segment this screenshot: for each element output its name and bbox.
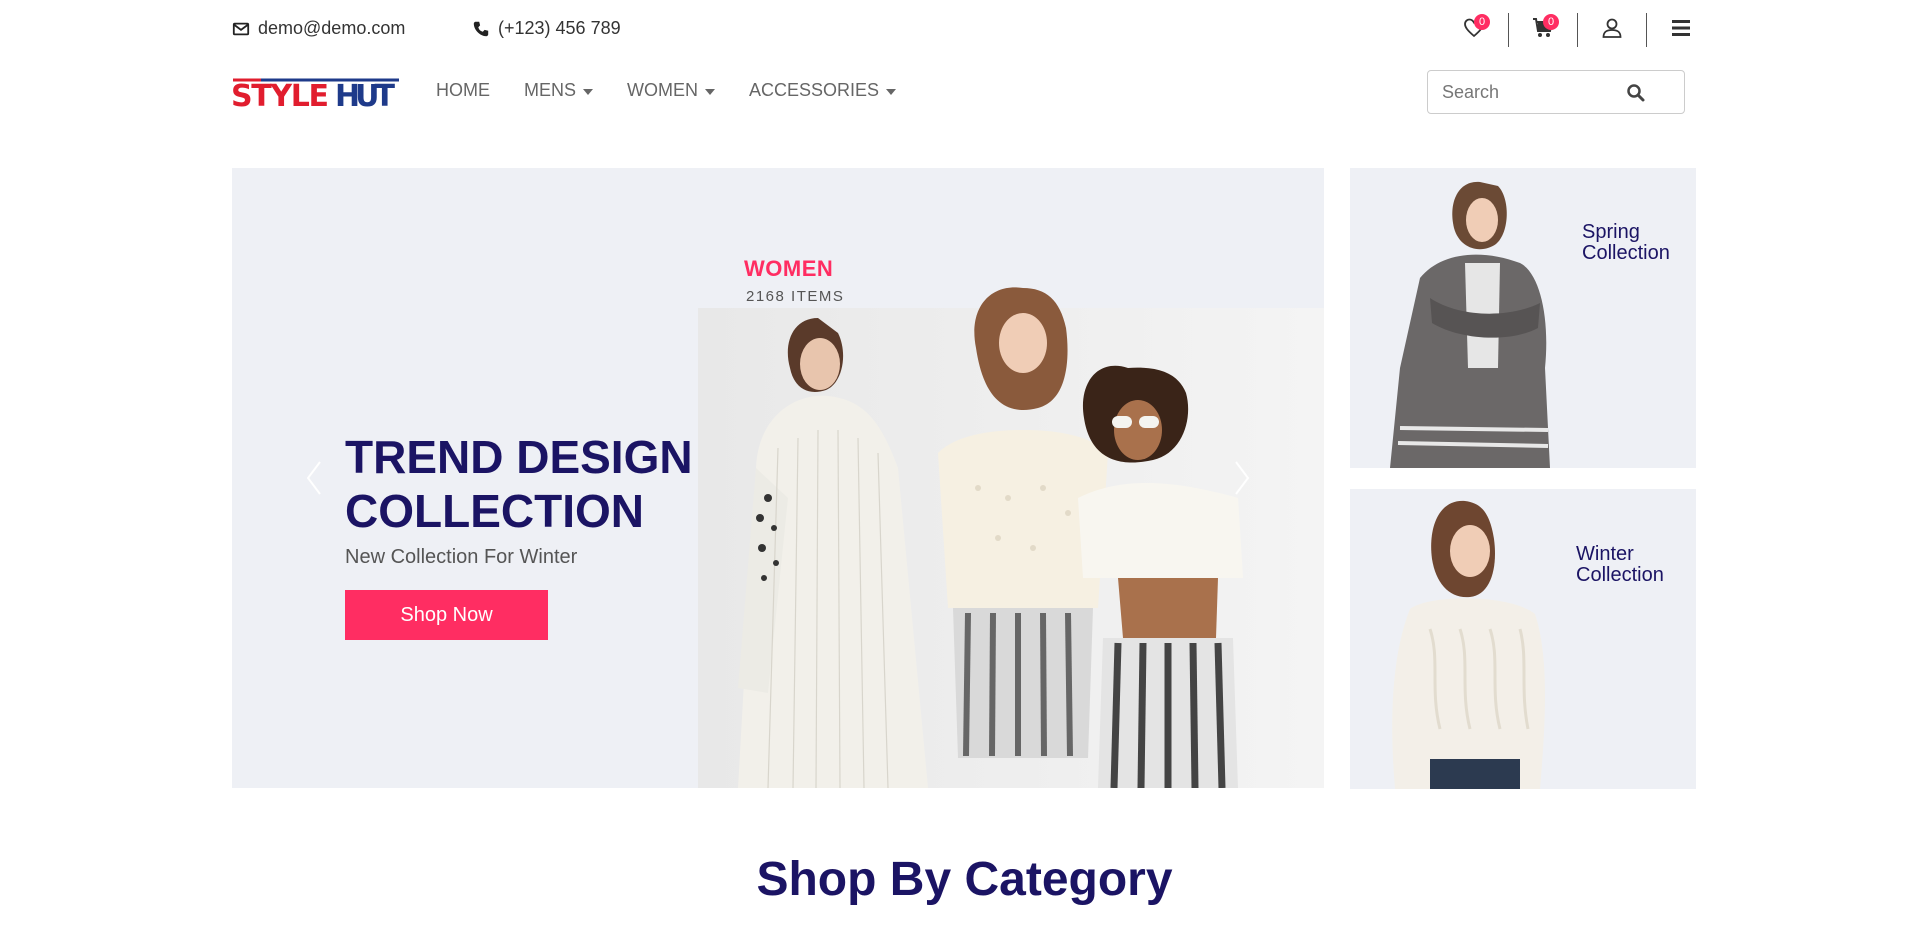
- winter-model-image: [1370, 489, 1570, 789]
- wishlist-button[interactable]: 0: [1456, 12, 1492, 48]
- style-hut-logo[interactable]: STYLE HUT: [231, 74, 403, 114]
- caret-down-icon: [886, 88, 897, 95]
- nav-menu: HOME MENS WOMEN ACCESSORIES: [436, 80, 897, 101]
- carousel-prev-button[interactable]: [302, 458, 326, 498]
- nav-item-home[interactable]: HOME: [436, 80, 490, 101]
- banner-caption-line-1: Spring: [1582, 221, 1640, 243]
- hero-title-line-2: COLLECTION: [345, 485, 644, 537]
- phone-text: (+123) 456 789: [498, 18, 621, 38]
- hero-category-count: 2168 ITEMS: [746, 288, 845, 305]
- shop-now-button[interactable]: Shop Now: [345, 590, 548, 640]
- banner-caption-line-2: Collection: [1582, 242, 1670, 264]
- hero-title: TREND DESIGN COLLECTION: [345, 430, 693, 538]
- nav-item-mens[interactable]: MENS: [524, 80, 594, 101]
- wishlist-count-badge: 0: [1474, 14, 1490, 30]
- nav-item-label: HOME: [436, 80, 490, 100]
- search-icon[interactable]: [1626, 83, 1646, 103]
- envelope-icon: [232, 20, 250, 38]
- nav-item-label: WOMEN: [627, 80, 699, 100]
- divider: [1646, 13, 1647, 47]
- divider: [1577, 13, 1578, 47]
- nav-item-label: ACCESSORIES: [749, 80, 880, 100]
- caret-down-icon: [583, 88, 594, 95]
- menu-icon: [1669, 16, 1693, 45]
- winter-collection-banner[interactable]: Winter Collection: [1350, 489, 1696, 789]
- divider: [1508, 13, 1509, 47]
- search-input[interactable]: [1428, 81, 1628, 103]
- svg-text:STYLE: STYLE: [231, 79, 329, 110]
- cart-button[interactable]: 0: [1525, 12, 1561, 48]
- spring-model-image: [1370, 168, 1570, 468]
- spring-collection-caption: Spring Collection: [1582, 222, 1670, 264]
- chevron-left-icon: [302, 461, 326, 502]
- spring-collection-banner[interactable]: Spring Collection: [1350, 168, 1696, 468]
- phone-icon: [472, 20, 490, 38]
- hero-category-label: WOMEN: [744, 256, 834, 281]
- header-actions: 0 0: [1456, 12, 1699, 48]
- nav-item-women[interactable]: WOMEN: [627, 80, 716, 101]
- main-nav: STYLE HUT HOME MENS WOMEN ACCESSORIES: [0, 70, 1917, 114]
- search-box: [1427, 70, 1685, 114]
- hero-slider: WOMEN 2168 ITEMS TREND DESIGN COLLECTION…: [232, 168, 1324, 788]
- phone-contact[interactable]: (+123) 456 789: [472, 18, 621, 39]
- caret-down-icon: [705, 88, 716, 95]
- banner-caption-line-1: Winter: [1576, 543, 1634, 565]
- top-bar: demo@demo.com (+123) 456 789 0 0: [0, 0, 1917, 60]
- user-icon: [1600, 16, 1624, 45]
- hero-subtitle: New Collection For Winter: [345, 546, 578, 568]
- nav-item-accessories[interactable]: ACCESSORIES: [749, 80, 897, 101]
- nav-item-label: MENS: [524, 80, 577, 100]
- svg-text:HUT: HUT: [335, 79, 396, 110]
- chevron-right-icon: [1230, 461, 1254, 502]
- hero-title-line-1: TREND DESIGN: [345, 431, 693, 483]
- cart-count-badge: 0: [1543, 14, 1559, 30]
- winter-collection-caption: Winter Collection: [1576, 544, 1664, 586]
- account-button[interactable]: [1594, 12, 1630, 48]
- menu-button[interactable]: [1663, 12, 1699, 48]
- email-text: demo@demo.com: [258, 18, 406, 38]
- carousel-next-button[interactable]: [1230, 458, 1254, 498]
- section-title: Shop By Category: [756, 853, 1173, 906]
- banner-caption-line-2: Collection: [1576, 564, 1664, 586]
- email-contact[interactable]: demo@demo.com: [232, 18, 405, 39]
